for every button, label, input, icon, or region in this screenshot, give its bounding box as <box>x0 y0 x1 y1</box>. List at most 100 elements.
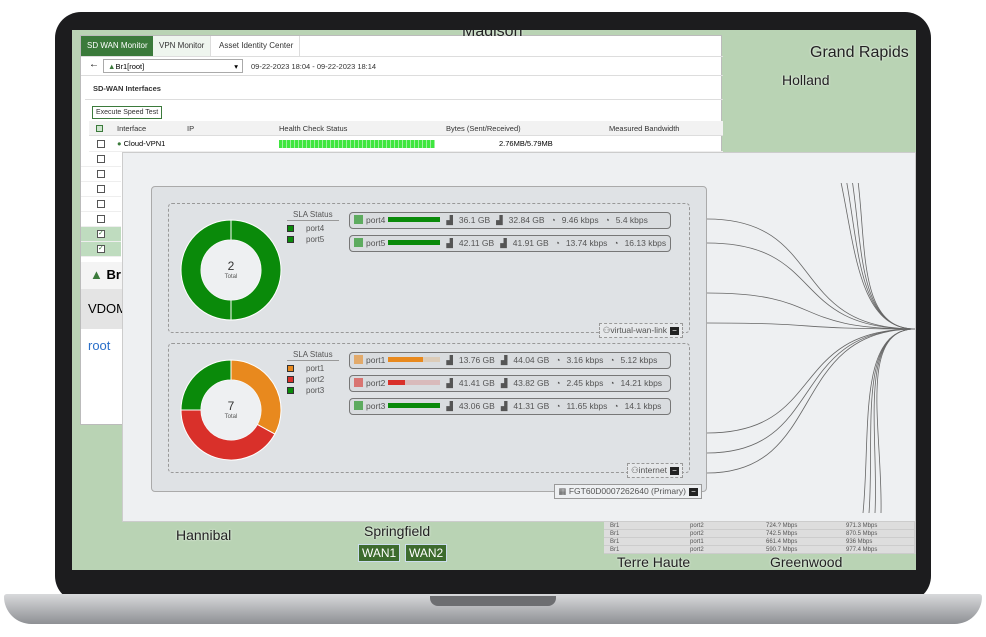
collapse-icon[interactable]: − <box>689 488 698 496</box>
network-icon: ⚇ <box>631 465 639 475</box>
port-name: port1 <box>366 355 386 365</box>
port-name: port4 <box>366 215 386 225</box>
back-arrow-icon[interactable]: ← <box>89 59 99 70</box>
port-row[interactable]: port1 ▟ 13.76 GB ▟ 44.04 GB ◔ 3.16 kbps ◔ 5.12 k… <box>349 352 671 369</box>
health-bar <box>279 140 435 148</box>
table-row[interactable] <box>81 182 121 197</box>
firewall-icon: ▦ <box>558 486 567 496</box>
topology-link <box>873 328 916 514</box>
upload-speed: 2.45 kbps <box>566 378 604 388</box>
table-row[interactable]: ✓ <box>81 242 121 257</box>
tab-vpn-monitor[interactable]: VPN Monitor <box>153 36 212 56</box>
download-speed: 5.4 kbps <box>615 215 648 225</box>
group-internet: 7 Total SLA Status port1 port2 port3 por… <box>168 343 690 478</box>
port-name: port2 <box>366 378 386 388</box>
legend-item: port1 <box>287 364 324 373</box>
row-checkbox[interactable] <box>97 155 105 163</box>
sla-bar <box>388 217 441 222</box>
table-row: Br1 port2 724.? Mbps 971.3 Mbps <box>604 522 914 530</box>
sla-bar <box>388 403 441 408</box>
map-label: Madison <box>462 30 523 40</box>
wan2-badge[interactable]: WAN2 <box>405 544 448 562</box>
legend-item: port3 <box>287 386 324 395</box>
bytes-sent: 43.06 GB <box>458 401 495 411</box>
tab-sd-wan-monitor[interactable]: SD WAN Monitor <box>81 36 155 56</box>
collapse-icon[interactable]: − <box>670 467 679 475</box>
table-row[interactable]: ● Cloud-VPN1 2.76MB/5.79MB <box>89 137 723 152</box>
topology-link <box>876 328 916 514</box>
row-checkbox[interactable] <box>97 215 105 223</box>
time-range: 09-22-2023 18:04 - 09-22-2023 18:14 <box>251 62 377 71</box>
table-row[interactable] <box>81 152 121 167</box>
col-health[interactable]: Health Check Status <box>279 124 347 133</box>
collapse-icon[interactable]: − <box>670 327 679 335</box>
upload-speed: 13.74 kbps <box>565 238 608 248</box>
topology-link <box>707 328 916 434</box>
port-row[interactable]: port2 ▟ 41.41 GB ▟ 43.82 GB ◔ 2.45 kbps ◔ 14.21 … <box>349 375 671 392</box>
donut-total: 2 <box>227 259 235 273</box>
table-row: Br1 port1 661.4 Mbps 936 Mbps <box>604 538 914 546</box>
vdom-root-link[interactable]: root <box>88 338 110 353</box>
port-row[interactable]: port3 ▟ 43.06 GB ▟ 41.31 GB ◔ 11.65 kbps ◔ 14.1 … <box>349 398 671 415</box>
sent-icon: ▟ <box>446 355 453 365</box>
col-bandwidth[interactable]: Measured Bandwidth <box>609 124 679 133</box>
device-tag[interactable]: ▦ FGT60D0007262640 (Primary) − <box>554 484 702 499</box>
table-row: Br1 port2 742.5 Mbps 870.5 Mbps <box>604 530 914 538</box>
legend-item: port4 <box>287 224 324 233</box>
map-label: Holland <box>782 72 830 88</box>
row-checkbox-checked[interactable]: ✓ <box>97 230 105 238</box>
upload-speed: 9.46 kbps <box>561 215 599 225</box>
select-all-checkbox[interactable] <box>96 125 103 132</box>
screen: Madison Grand Rapids Holland Hannibal Sp… <box>72 30 916 570</box>
laptop-notch <box>430 596 556 606</box>
upload-speed: 11.65 kbps <box>566 401 608 411</box>
port-row[interactable]: port4 ▟ 36.1 GB ▟ 32.84 GB ◔ 9.46 kbps ◔ 5.4 kbp… <box>349 212 671 229</box>
col-interface[interactable]: Interface <box>117 124 146 133</box>
sla-bar <box>388 240 441 245</box>
legend-item: port2 <box>287 375 324 384</box>
port-icon <box>354 215 363 224</box>
table-row[interactable] <box>81 197 121 212</box>
table-row[interactable] <box>81 167 121 182</box>
upload-speed: 3.16 kbps <box>566 355 604 365</box>
row-checkbox[interactable] <box>97 140 105 148</box>
sent-icon: ▟ <box>446 378 453 388</box>
table-row[interactable]: ✓ <box>81 227 121 242</box>
bytes-received: 41.31 GB <box>513 401 550 411</box>
sdwan-topology-panel: 2 Total SLA Status port4 port5 port4 ▟ 36.… <box>122 152 916 522</box>
topology-link <box>868 328 916 514</box>
topology-links <box>707 183 916 514</box>
map-label: Springfield <box>364 523 431 539</box>
bytes-sent: 13.76 GB <box>458 355 495 365</box>
port-row[interactable]: port5 ▟ 42.11 GB ▟ 41.91 GB ◔ 13.74 kbps ◔ 16.13… <box>349 235 671 252</box>
col-ip[interactable]: IP <box>187 124 194 133</box>
sent-icon: ▟ <box>446 238 453 248</box>
table-row[interactable] <box>81 212 121 227</box>
row-checkbox-checked[interactable]: ✓ <box>97 245 105 253</box>
port-icon <box>354 401 363 410</box>
map-label: Grand Rapids <box>810 44 909 61</box>
virtual-wan-link-tag[interactable]: ⚇virtual-wan-link − <box>598 323 683 338</box>
bytes-sent: 42.11 GB <box>458 238 495 248</box>
row-checkbox[interactable] <box>97 170 105 178</box>
group-virtual-wan-link: 2 Total SLA Status port4 port5 port4 ▟ 36.… <box>168 203 690 338</box>
device-select[interactable]: ▲Br1[root] ▾ <box>103 59 243 73</box>
row-checkbox[interactable] <box>97 185 105 193</box>
legend-item: port5 <box>287 235 324 244</box>
received-icon: ▟ <box>500 355 508 365</box>
download-speed-icon: ◔ <box>609 355 615 365</box>
donut-total-label: Total <box>224 274 238 280</box>
port-icon <box>354 355 363 364</box>
sla-status-title: SLA Status <box>287 210 339 221</box>
tab-asset-identity-center[interactable]: Asset Identity Center <box>213 36 301 56</box>
col-bytes[interactable]: Bytes (Sent/Received) <box>446 124 521 133</box>
row-checkbox[interactable] <box>97 200 105 208</box>
download-speed-icon: ◔ <box>609 378 615 388</box>
execute-speed-test-button[interactable]: Execute Speed Test <box>92 106 163 119</box>
internet-tag[interactable]: ⚇internet − <box>627 463 683 478</box>
received-icon: ▟ <box>500 378 508 388</box>
interface-name: ● Cloud-VPN1 <box>117 139 166 148</box>
map-label: Hannibal <box>176 527 232 543</box>
download-speed: 5.12 kbps <box>620 355 658 365</box>
wan1-badge[interactable]: WAN1 <box>358 544 401 562</box>
